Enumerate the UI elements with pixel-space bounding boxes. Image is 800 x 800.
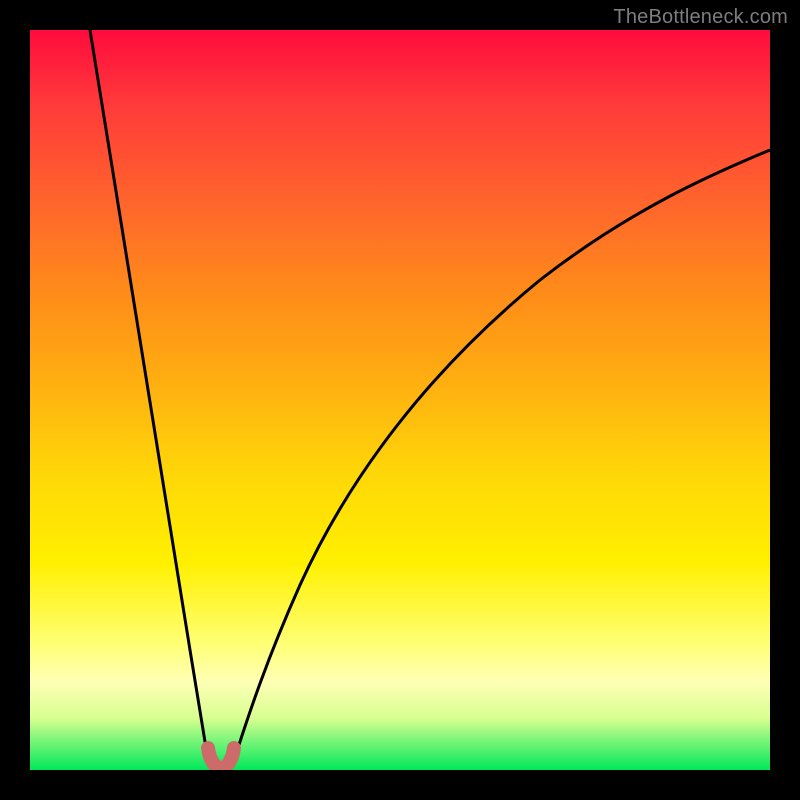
watermark-text: TheBottleneck.com [613, 6, 788, 29]
curve-left-branch [90, 30, 208, 760]
curve-layer [30, 30, 770, 770]
chart-frame: TheBottleneck.com [0, 0, 800, 800]
curve-right-branch [234, 150, 770, 760]
plot-area [30, 30, 770, 770]
minimum-marker [208, 748, 234, 768]
